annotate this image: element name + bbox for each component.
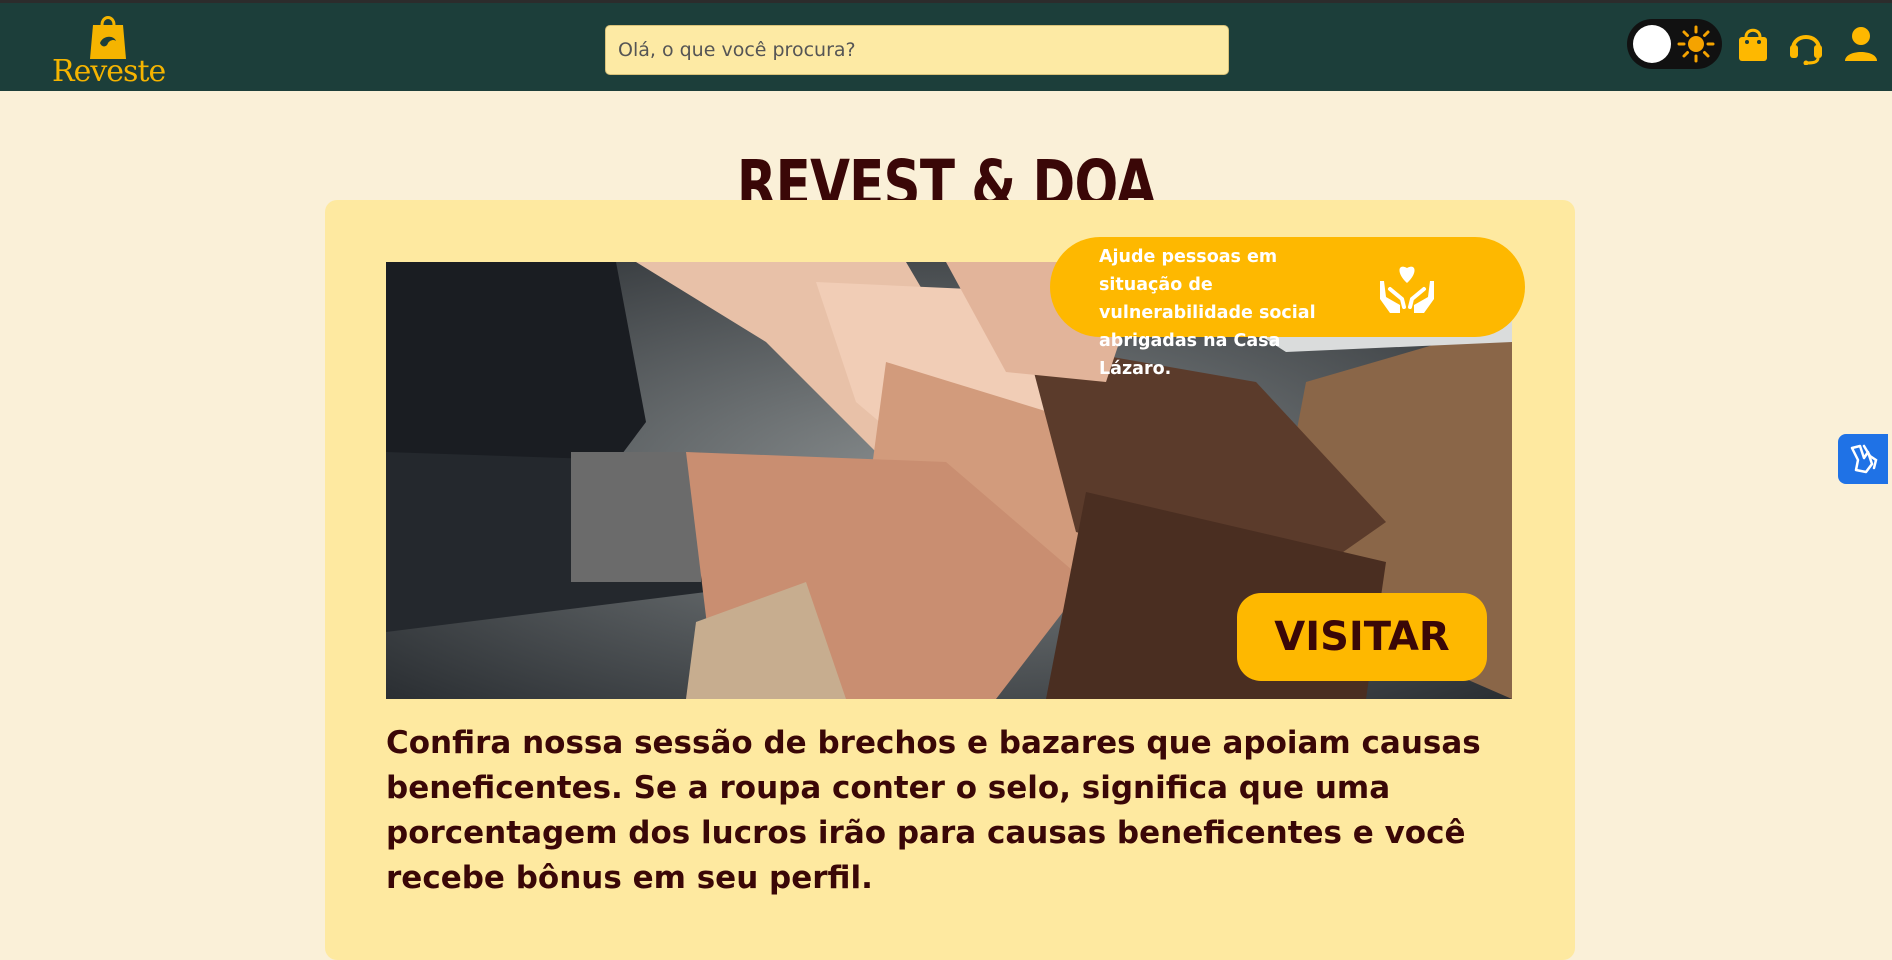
hands-holding-heart-icon <box>1380 266 1434 313</box>
headset-icon[interactable] <box>1787 25 1825 65</box>
badge-text: Ajude pessoas em situação de vulnerabili… <box>1099 247 1316 379</box>
user-icon[interactable] <box>1842 25 1880 65</box>
reveste-logo[interactable]: Reveste <box>52 11 166 89</box>
shopping-bag-icon[interactable] <box>1734 25 1772 65</box>
toggle-knob <box>1633 25 1671 63</box>
sun-icon <box>1677 25 1715 63</box>
logo-text: Reveste <box>52 54 166 89</box>
visit-button[interactable]: VISITAR <box>1237 593 1487 681</box>
top-navbar: Reveste <box>0 0 1892 91</box>
sign-language-hands-icon <box>1850 444 1878 474</box>
theme-toggle[interactable] <box>1627 19 1722 69</box>
vlibras-accessibility-button[interactable] <box>1838 434 1888 484</box>
donation-badge: Ajude pessoas em situação de vulnerabili… <box>1050 237 1525 379</box>
search-input[interactable] <box>605 25 1229 75</box>
charity-description: Confira nossa sessão de brechos e bazare… <box>386 725 1481 896</box>
